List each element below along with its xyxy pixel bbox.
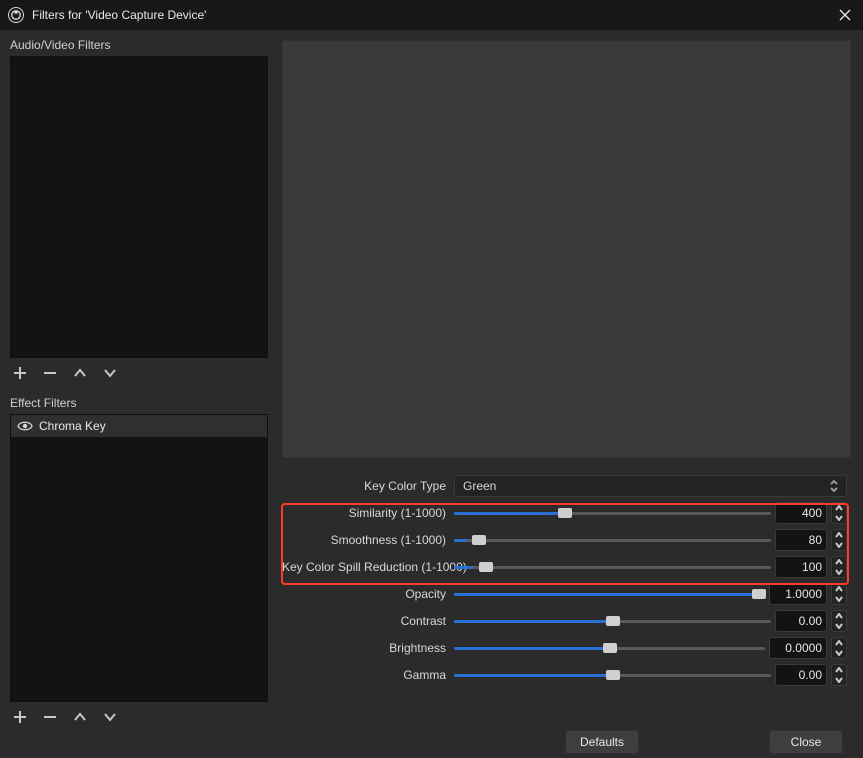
brightness-row: Brightness 0.0000: [282, 634, 847, 661]
contrast-value[interactable]: 0.00: [775, 610, 827, 632]
similarity-stepper[interactable]: [831, 502, 847, 524]
move-effect-filter-up-button[interactable]: [72, 709, 88, 725]
similarity-row: Similarity (1-1000) 400: [282, 499, 847, 526]
smoothness-slider[interactable]: [454, 532, 771, 548]
gamma-value[interactable]: 0.00: [775, 664, 827, 686]
similarity-value[interactable]: 400: [775, 502, 827, 524]
gamma-stepper[interactable]: [831, 664, 847, 686]
opacity-slider[interactable]: [454, 586, 765, 602]
remove-filter-button[interactable]: [42, 365, 58, 381]
brightness-label: Brightness: [282, 641, 454, 655]
audio-video-filters-toolbar: [4, 358, 274, 386]
gamma-slider[interactable]: [454, 667, 771, 683]
select-spinner-icon: [829, 478, 843, 494]
add-effect-filter-button[interactable]: [12, 709, 28, 725]
opacity-row: Opacity 1.0000: [282, 580, 847, 607]
effect-filters-label: Effect Filters: [4, 392, 274, 412]
defaults-button[interactable]: Defaults: [565, 730, 639, 754]
opacity-label: Opacity: [282, 587, 454, 601]
opacity-value[interactable]: 1.0000: [769, 583, 827, 605]
key-color-type-row: Key Color Type Green: [282, 472, 847, 499]
smoothness-label: Smoothness (1-1000): [282, 533, 454, 547]
contrast-slider[interactable]: [454, 613, 771, 629]
contrast-row: Contrast 0.00: [282, 607, 847, 634]
effect-filter-name: Chroma Key: [39, 419, 106, 433]
audio-video-filters-list[interactable]: [10, 56, 268, 358]
spill-reduction-stepper[interactable]: [831, 556, 847, 578]
close-button[interactable]: Close: [769, 730, 843, 754]
move-filter-down-button[interactable]: [102, 365, 118, 381]
gamma-label: Gamma: [282, 668, 454, 682]
obs-app-icon: [8, 7, 24, 23]
key-color-type-value: Green: [463, 479, 496, 493]
smoothness-stepper[interactable]: [831, 529, 847, 551]
move-filter-up-button[interactable]: [72, 365, 88, 381]
effect-filters-toolbar: [4, 702, 274, 730]
similarity-label: Similarity (1-1000): [282, 506, 454, 520]
add-filter-button[interactable]: [12, 365, 28, 381]
remove-effect-filter-button[interactable]: [42, 709, 58, 725]
move-effect-filter-down-button[interactable]: [102, 709, 118, 725]
spill-reduction-label: Key Color Spill Reduction (1-1000): [282, 560, 454, 574]
contrast-label: Contrast: [282, 614, 454, 628]
effect-filter-item[interactable]: Chroma Key: [11, 415, 267, 437]
smoothness-value[interactable]: 80: [775, 529, 827, 551]
brightness-value[interactable]: 0.0000: [769, 637, 827, 659]
spill-reduction-value[interactable]: 100: [775, 556, 827, 578]
smoothness-row: Smoothness (1-1000) 80: [282, 526, 847, 553]
similarity-slider[interactable]: [454, 505, 771, 521]
spill-reduction-row: Key Color Spill Reduction (1-1000) 100: [282, 553, 847, 580]
spill-reduction-slider[interactable]: [454, 559, 771, 575]
window-title: Filters for 'Video Capture Device': [32, 8, 827, 22]
effect-filters-list[interactable]: Chroma Key: [10, 414, 268, 702]
key-color-type-select[interactable]: Green: [454, 475, 847, 497]
filter-preview: [282, 40, 851, 458]
opacity-stepper[interactable]: [831, 583, 847, 605]
brightness-stepper[interactable]: [831, 637, 847, 659]
titlebar: Filters for 'Video Capture Device': [0, 0, 863, 30]
window-close-button[interactable]: [827, 0, 863, 30]
filter-properties: Key Color Type Green Similarity (1-1000): [278, 458, 857, 688]
brightness-slider[interactable]: [454, 640, 765, 656]
gamma-row: Gamma 0.00: [282, 661, 847, 688]
visibility-eye-icon[interactable]: [17, 420, 33, 432]
audio-video-filters-label: Audio/Video Filters: [4, 34, 274, 54]
key-color-type-label: Key Color Type: [282, 479, 454, 493]
contrast-stepper[interactable]: [831, 610, 847, 632]
